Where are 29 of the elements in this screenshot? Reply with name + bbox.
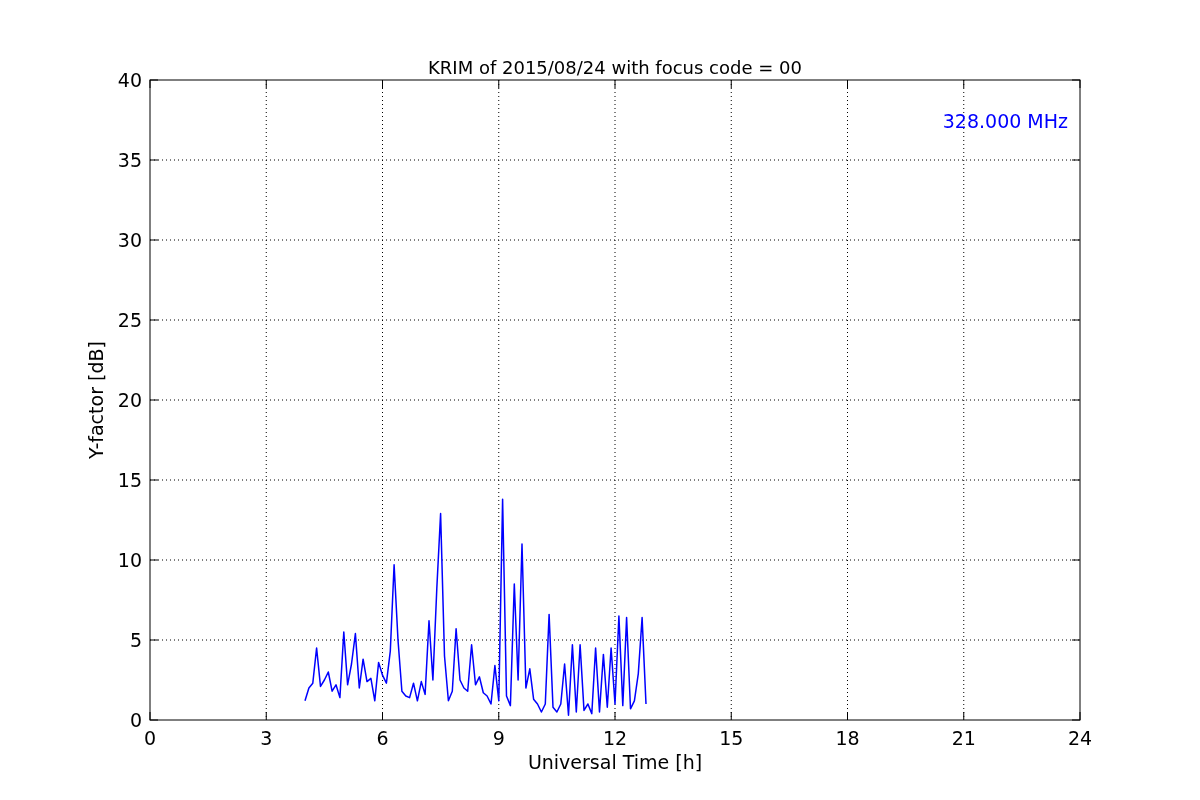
tick-label: 12 (602, 727, 628, 749)
series-label: 328.000 MHz (942, 110, 1068, 132)
tick-label: 15 (719, 727, 744, 749)
tick-label: 35 (117, 149, 142, 171)
tick-label: 18 (835, 727, 860, 749)
tick-label: 5 (129, 629, 142, 651)
tick-mark (265, 711, 267, 721)
tick-mark (498, 711, 500, 721)
tick-mark (963, 711, 965, 721)
tick-mark (847, 711, 848, 721)
tick-mark (614, 711, 616, 721)
y-axis-label: Y-factor [dB] (85, 341, 107, 459)
tick-label: 20 (117, 389, 142, 411)
tick-label: 10 (117, 549, 142, 571)
tick-label: 9 (492, 727, 505, 749)
tick-mark (730, 711, 732, 721)
x-axis-label: Universal Time [h] (527, 751, 703, 773)
tick-label: 0 (129, 709, 142, 731)
tick-label: 24 (1067, 727, 1093, 749)
tick-label: 40 (117, 69, 142, 91)
tick-label: 25 (117, 309, 142, 331)
tick-label: 3 (260, 727, 273, 749)
tick-label: 0 (143, 727, 157, 749)
tick-label: 6 (376, 727, 389, 749)
tick-label: 30 (117, 229, 142, 251)
chart-title: KRIM of 2015/08/24 with focus code = 00 (428, 57, 802, 78)
tick-label: 21 (951, 727, 976, 749)
tick-mark (382, 711, 383, 721)
tick-label: 15 (117, 469, 142, 491)
